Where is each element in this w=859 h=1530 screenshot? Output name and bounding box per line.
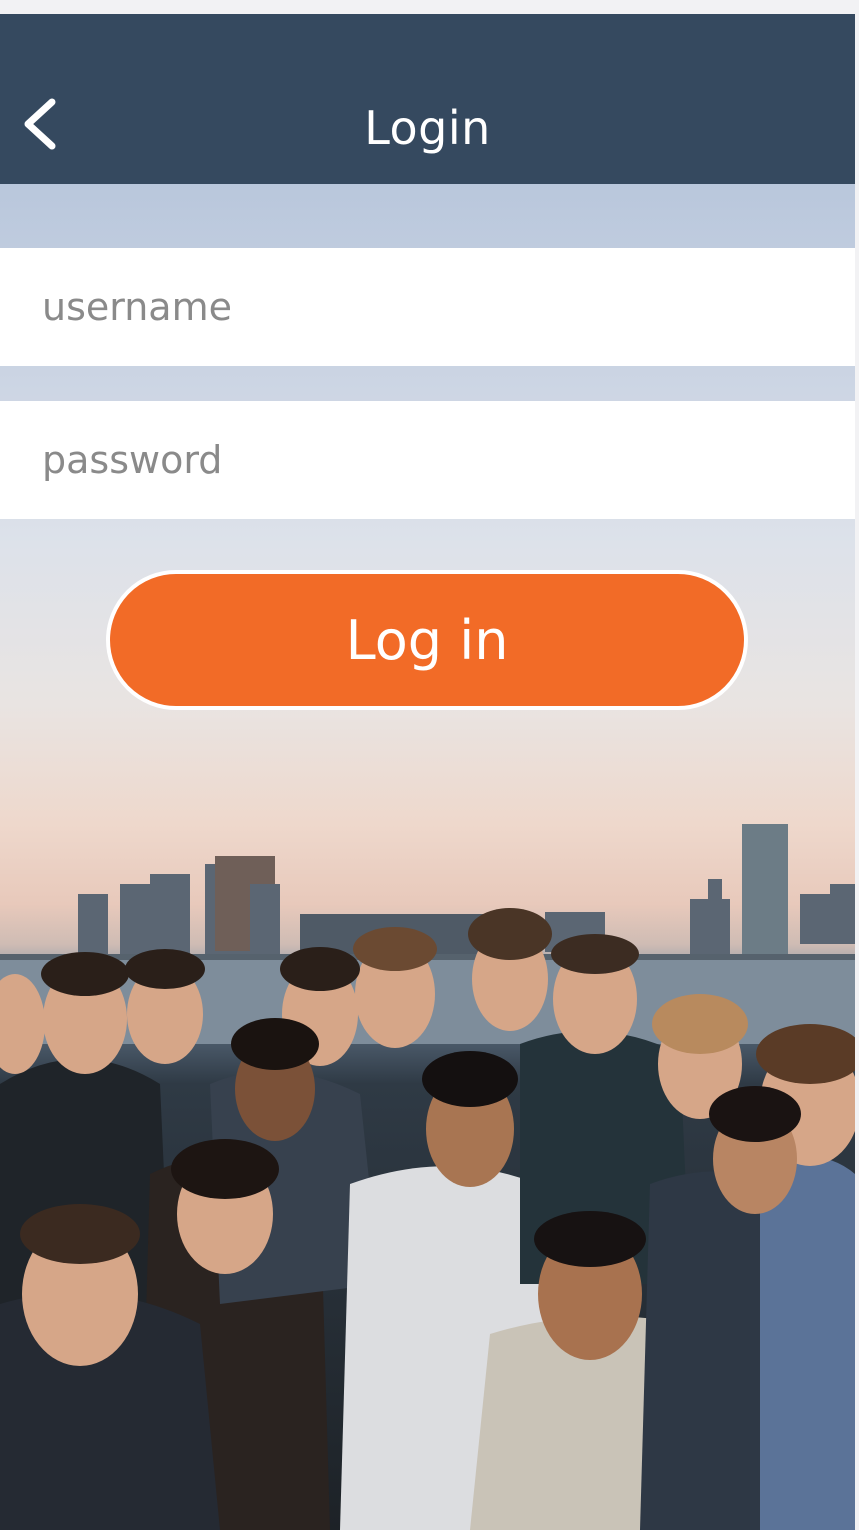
login-screen: Login Log in bbox=[0, 14, 855, 1530]
header-bar: Login bbox=[0, 14, 855, 184]
page-title: Login bbox=[364, 101, 491, 155]
login-button-label: Log in bbox=[345, 608, 509, 672]
login-button[interactable]: Log in bbox=[106, 570, 748, 710]
background-photo bbox=[0, 184, 855, 1530]
group-photo-people bbox=[0, 908, 855, 1530]
username-input[interactable] bbox=[0, 248, 855, 366]
password-input[interactable] bbox=[0, 401, 855, 519]
